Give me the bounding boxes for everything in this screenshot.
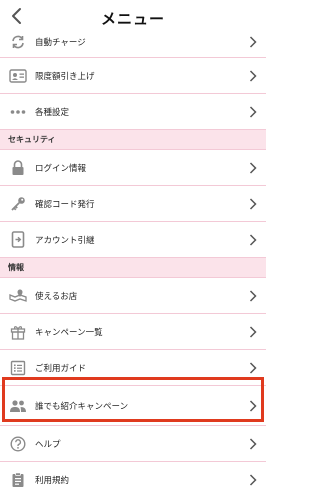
chevron-right-icon [249,105,257,118]
menu-item-label: キャンペーン一覧 [35,327,103,338]
chevron-right-icon [249,289,257,302]
menu-item-campaigns[interactable]: キャンペーン一覧 [0,314,266,350]
chevron-right-icon [249,399,257,412]
menu-item-label: 限度額引き上げ [35,71,95,82]
chevron-right-icon [249,361,257,374]
menu-item-label: ヘルプ [35,439,61,450]
id-card-icon [9,67,27,85]
menu-item-label: 確認コード発行 [35,199,95,210]
chevron-right-icon [249,437,257,450]
chevron-right-icon [249,161,257,174]
guide-icon [9,359,27,377]
menu-item-verification-code[interactable]: 確認コード発行 [0,186,266,222]
menu-item-label: 各種設定 [35,107,70,118]
chevron-right-icon [249,325,257,338]
gift-icon [9,323,27,341]
menu-item-label: アカウント引継 [35,235,95,246]
menu-list: 自動チャージ 限度額引き上げ 各種設定 セキュリティ ログイン情報 確認コード発… [0,26,266,494]
menu-item-user-guide[interactable]: ご利用ガイド [0,350,266,386]
phone-transfer-icon [9,231,27,249]
chevron-right-icon [249,69,257,82]
menu-item-settings[interactable]: 各種設定 [0,94,266,130]
section-header-info: 情報 [0,258,266,278]
section-title: 情報 [8,263,24,272]
menu-item-login-info[interactable]: ログイン情報 [0,150,266,186]
menu-item-help[interactable]: ヘルプ [0,426,266,462]
menu-item-label: 利用規約 [35,475,70,486]
menu-item-label: ご利用ガイド [35,363,87,374]
chevron-right-icon [249,473,257,486]
menu-item-label: 誰でも紹介キャンペーン [35,401,129,412]
document-icon [9,471,27,489]
menu-item-auto-charge[interactable]: 自動チャージ [0,26,266,58]
section-header-security: セキュリティ [0,130,266,150]
menu-item-referral-campaign[interactable]: 誰でも紹介キャンペーン [0,386,266,426]
chevron-right-icon [249,197,257,210]
chevron-right-icon [249,35,257,48]
menu-item-label: 自動チャージ [35,37,86,48]
chevron-right-icon [249,233,257,246]
more-dots-icon [9,103,27,121]
lock-icon [9,159,27,177]
menu-item-account-transfer[interactable]: アカウント引継 [0,222,266,258]
help-icon [9,435,27,453]
people-icon [9,397,27,415]
menu-item-label: ログイン情報 [35,163,87,174]
menu-item-label: 使えるお店 [35,291,78,302]
map-icon [9,287,27,305]
menu-item-stores[interactable]: 使えるお店 [0,278,266,314]
sync-icon [9,33,27,51]
menu-item-limit-increase[interactable]: 限度額引き上げ [0,58,266,94]
section-title: セキュリティ [8,135,56,144]
menu-item-terms[interactable]: 利用規約 [0,462,266,494]
key-icon [9,195,27,213]
